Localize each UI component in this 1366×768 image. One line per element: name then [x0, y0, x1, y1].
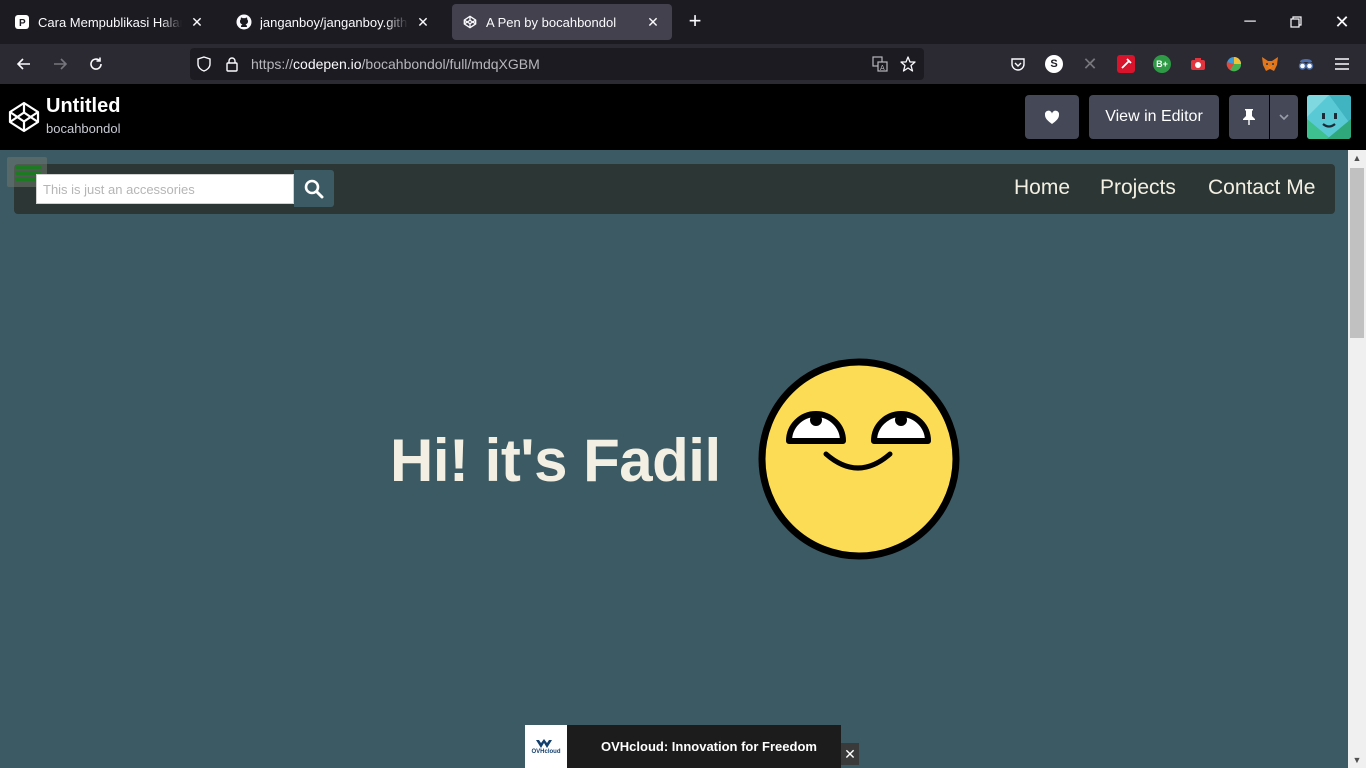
pen-preview: Home Projects Contact Me Hi! it's Fadil	[0, 150, 1348, 768]
codepen-icon	[462, 14, 478, 30]
pen-author[interactable]: bocahbondol	[46, 121, 120, 136]
color-wheel-icon[interactable]	[1225, 55, 1243, 73]
spy-glasses-icon[interactable]	[1297, 55, 1315, 73]
view-in-editor-button[interactable]: View in Editor	[1089, 95, 1219, 139]
tab-2[interactable]: janganboy/janganboy.github.io ✕	[226, 4, 442, 40]
pixiv-icon: P	[14, 14, 30, 30]
search-input[interactable]	[36, 174, 294, 204]
close-tab-icon[interactable]: ✕	[644, 13, 662, 31]
codepen-logo-icon[interactable]	[8, 101, 40, 133]
search-icon	[304, 179, 324, 198]
tab-1[interactable]: P Cara Mempublikasi Halaman Web ✕	[4, 4, 216, 40]
ad-close-icon[interactable]: ✕	[841, 743, 859, 765]
user-avatar[interactable]	[1307, 95, 1351, 139]
tab-3[interactable]: A Pen by bocahbondol ✕	[452, 4, 672, 40]
translate-icon[interactable]: A	[872, 56, 888, 72]
url-bar[interactable]: https://codepen.io/bocahbondol/full/mdqX…	[190, 48, 924, 80]
scrollbar-thumb[interactable]	[1350, 168, 1364, 338]
smiley-face-icon	[758, 358, 960, 560]
b-plus-extension-icon[interactable]: B+	[1153, 55, 1171, 73]
back-button[interactable]	[12, 52, 36, 76]
nav-contact-me[interactable]: Contact Me	[1208, 176, 1315, 200]
browser-toolbar: https://codepen.io/bocahbondol/full/mdqX…	[0, 44, 1366, 84]
close-window-icon[interactable]: ✕	[1330, 10, 1354, 34]
svg-text:P: P	[19, 18, 26, 29]
github-icon	[236, 14, 252, 30]
pin-icon	[1243, 109, 1255, 125]
nav-home[interactable]: Home	[1014, 176, 1070, 200]
close-tab-icon[interactable]: ✕	[414, 13, 432, 31]
pin-button[interactable]	[1229, 95, 1269, 139]
ad-text[interactable]: OVHcloud: Innovation for Freedom	[601, 739, 817, 754]
chevron-down-icon	[1279, 114, 1289, 121]
pen-title[interactable]: Untitled	[46, 95, 120, 118]
ovh-logo-icon	[536, 738, 552, 748]
pocket-icon[interactable]	[1009, 55, 1027, 73]
color-picker-icon[interactable]	[1117, 55, 1135, 73]
search-button[interactable]	[294, 170, 334, 207]
shield-icon[interactable]	[196, 56, 212, 72]
url-path: /bocahbondol/full/mdqXGBM	[361, 56, 540, 72]
lock-icon[interactable]	[224, 56, 240, 72]
screenshot-icon[interactable]	[1189, 55, 1207, 73]
pin-dropdown-button[interactable]	[1270, 95, 1298, 139]
new-tab-button[interactable]: +	[683, 10, 707, 34]
forward-button[interactable]	[48, 52, 72, 76]
tab-title: A Pen by bocahbondol	[486, 14, 617, 30]
minimize-icon[interactable]: ─	[1238, 10, 1262, 34]
close-tab-icon[interactable]: ✕	[188, 13, 206, 31]
s-extension-icon[interactable]: S	[1045, 55, 1063, 73]
url-prefix: https://	[251, 56, 294, 72]
scroll-up-arrow-icon[interactable]: ▲	[1348, 150, 1366, 166]
nav-projects[interactable]: Projects	[1100, 176, 1176, 200]
ovhcloud-logo: OVHcloud	[525, 725, 567, 768]
page-scrollbar[interactable]: ▲ ▼	[1348, 150, 1366, 768]
love-button[interactable]	[1025, 95, 1079, 139]
reload-button[interactable]	[84, 52, 108, 76]
url-host: codepen.io	[293, 56, 362, 72]
ad-banner[interactable]: OVHcloud OVHcloud: Innovation for Freedo…	[525, 725, 841, 768]
tab-strip: P Cara Mempublikasi Halaman Web ✕ jangan…	[0, 0, 1366, 44]
bookmark-star-icon[interactable]	[900, 56, 916, 72]
heart-icon	[1044, 110, 1060, 124]
url-text[interactable]: https://codepen.io/bocahbondol/full/mdqX…	[251, 56, 540, 72]
restore-icon[interactable]	[1284, 10, 1308, 34]
hero-heading: Hi! it's Fadil	[390, 427, 721, 494]
site-navbar: Home Projects Contact Me	[7, 157, 1335, 214]
metamask-fox-icon[interactable]	[1261, 55, 1279, 73]
tab-title: janganboy/janganboy.github.io	[260, 14, 408, 30]
tab-title: Cara Mempublikasi Halaman Web	[38, 14, 182, 30]
codepen-header: Untitled bocahbondol View in Editor	[0, 84, 1366, 150]
svg-text:A: A	[880, 65, 885, 72]
x-extension-icon[interactable]: ✕	[1081, 54, 1099, 74]
ad-brand: OVHcloud	[531, 748, 561, 755]
scroll-down-arrow-icon[interactable]: ▼	[1348, 752, 1366, 768]
menu-icon[interactable]	[1333, 55, 1351, 73]
